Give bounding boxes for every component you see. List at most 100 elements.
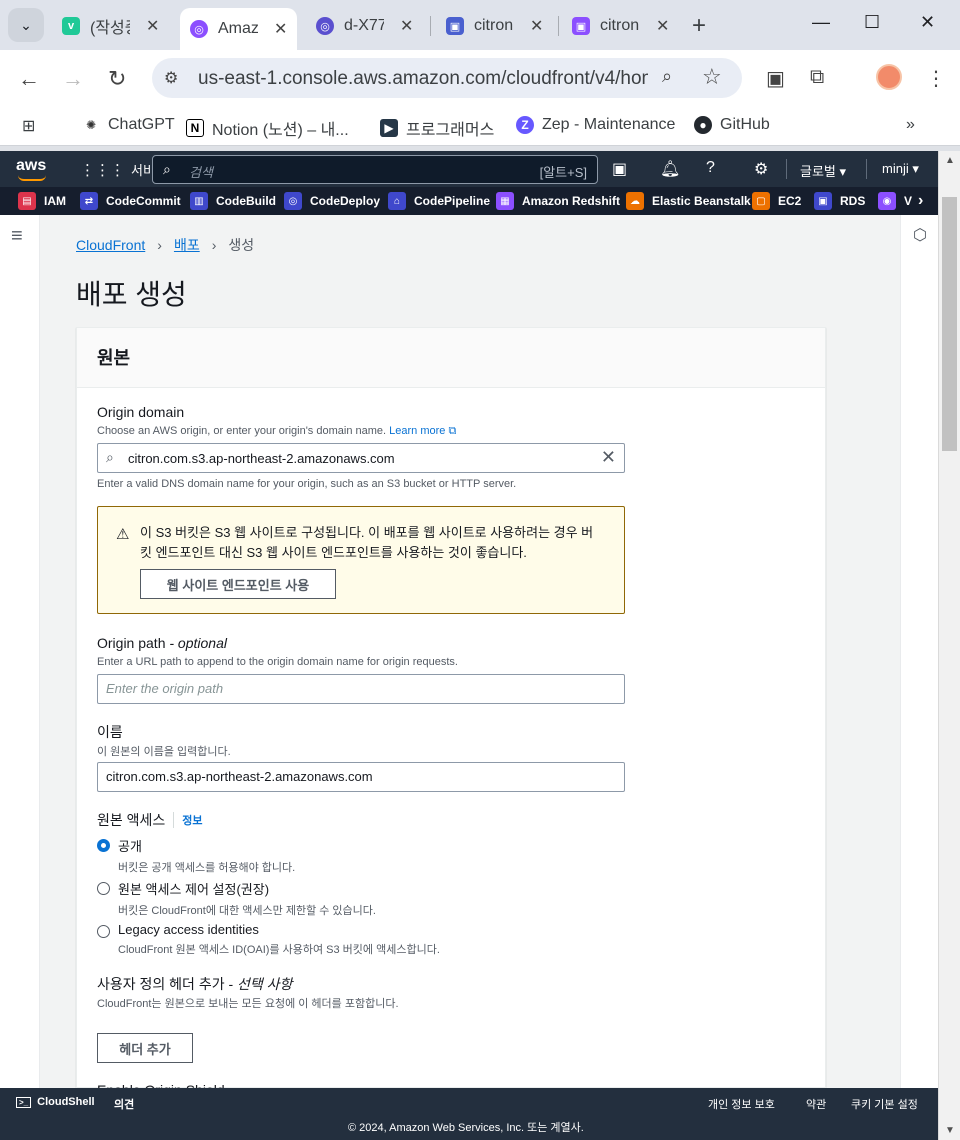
page-scrollbar[interactable]: ▲ ▼ — [938, 151, 960, 1140]
fav-label: V — [904, 194, 913, 208]
origin-path-input[interactable]: Enter the origin path — [97, 674, 625, 704]
profile-avatar[interactable] — [876, 64, 902, 90]
browser-tab[interactable]: ▣ citron ✕ — [562, 8, 679, 44]
extension-pin-icon[interactable]: ▣ — [766, 66, 785, 91]
radio-legacy-oai[interactable]: Legacy access identities CloudFront 원본 액… — [97, 922, 440, 957]
feedback-link[interactable]: 의견 — [114, 1096, 134, 1112]
services-grid-icon: ⋮⋮⋮ — [80, 161, 125, 179]
radio-label: 원본 액세스 제어 설정(권장) — [118, 882, 270, 897]
tab-search-button[interactable]: ⌄ — [8, 8, 44, 42]
radio-label: 공개 — [118, 839, 142, 854]
terms-link[interactable]: 약관 — [806, 1096, 826, 1112]
maximize-icon[interactable]: ☐ — [864, 12, 880, 33]
breadcrumb-cloudfront[interactable]: CloudFront — [76, 237, 145, 253]
url-text[interactable]: us-east-1.console.aws.amazon.com/cloudfr… — [198, 68, 648, 90]
aws-search-input[interactable]: ⌕ 검색 [알트+S] — [152, 155, 598, 184]
notifications-bell-icon[interactable]: 🔔︎ — [660, 159, 680, 179]
close-icon[interactable]: ✕ — [146, 16, 159, 36]
radio-desc: 버킷은 공개 액세스를 허용해야 합니다. — [118, 862, 296, 874]
bookmark-github[interactable]: ● GitHub — [694, 116, 770, 134]
tools-hexagon-icon[interactable]: ⬡ — [913, 225, 927, 245]
back-arrow-icon[interactable]: ← — [18, 66, 40, 92]
apps-grid-icon[interactable]: ⊞ — [22, 116, 35, 136]
aws-logo[interactable]: aws — [16, 157, 46, 181]
account-menu[interactable]: minji ▾ — [882, 161, 919, 177]
name-input[interactable]: citron.com.s3.ap-northeast-2.amazonaws.c… — [97, 762, 625, 792]
bookmark-star-icon[interactable]: ☆ — [702, 64, 722, 90]
scroll-up-icon[interactable]: ▲ — [945, 155, 955, 166]
forward-arrow-icon[interactable]: → — [62, 66, 84, 92]
codecommit-icon: ⇄ — [80, 192, 98, 210]
window-close-icon[interactable]: ✕ — [920, 12, 935, 33]
region-selector[interactable]: 글로벌 ▾ — [800, 161, 846, 180]
fav-redshift[interactable]: ▦ Amazon Redshift — [496, 192, 620, 210]
warning-icon: ⚠ — [116, 526, 130, 543]
address-bar[interactable]: ⚙ us-east-1.console.aws.amazon.com/cloud… — [152, 58, 742, 98]
reload-icon[interactable]: ↻ — [108, 66, 126, 92]
fav-iam[interactable]: ▤ IAM — [18, 192, 66, 210]
radio-public[interactable]: 공개 버킷은 공개 액세스를 허용해야 합니다. — [97, 836, 295, 875]
fav-codebuild[interactable]: ▥ CodeBuild — [190, 192, 276, 210]
privacy-link[interactable]: 개인 정보 보호 — [708, 1096, 775, 1112]
settings-gear-icon[interactable]: ⚙ — [754, 159, 768, 179]
close-icon[interactable]: ✕ — [530, 16, 543, 36]
close-icon[interactable]: ✕ — [656, 16, 669, 36]
bookmark-zep[interactable]: Z Zep - Maintenance — [516, 116, 675, 134]
cloudshell-link[interactable]: >_ CloudShell — [16, 1096, 95, 1108]
radio-unselected-icon[interactable] — [97, 925, 110, 938]
bookmark-chatgpt[interactable]: ✺ ChatGPT — [82, 116, 175, 134]
radio-origin-access-control[interactable]: 원본 액세스 제어 설정(권장) 버킷은 CloudFront에 대한 액세스만… — [97, 879, 376, 918]
more-bookmarks-icon[interactable]: » — [906, 116, 915, 134]
fav-more[interactable]: ◉ V — [878, 192, 912, 210]
close-icon[interactable]: ✕ — [274, 19, 287, 39]
origin-domain-input[interactable]: ⌕ citron.com.s3.ap-northeast-2.amazonaws… — [97, 443, 625, 473]
bookmark-programmers[interactable]: ▶ 프로그래머스 — [380, 116, 494, 140]
radio-desc: 버킷은 CloudFront에 대한 액세스만 제한할 수 있습니다. — [118, 905, 376, 917]
fav-ec2[interactable]: ▢ EC2 — [752, 192, 801, 210]
fav-label: CodeBuild — [216, 194, 276, 208]
fav-codecommit[interactable]: ⇄ CodeCommit — [80, 192, 181, 210]
breadcrumb-distributions[interactable]: 배포 — [174, 235, 200, 255]
menu-kebab-icon[interactable]: ⋮ — [926, 66, 946, 91]
close-icon[interactable]: ✕ — [400, 16, 413, 36]
browser-tab[interactable]: ◎ d-X77 ✕ — [306, 8, 423, 44]
browser-tab[interactable]: v (작성중 ✕ — [52, 8, 169, 44]
fav-codepipeline[interactable]: ⌂ CodePipeline — [388, 192, 490, 210]
fav-rds[interactable]: ▣ RDS — [814, 192, 865, 210]
menu-hamburger-icon[interactable]: ≡ — [11, 225, 23, 248]
vpc-icon: ◉ — [878, 192, 896, 210]
fav-elastic-beanstalk[interactable]: ☁ Elastic Beanstalk — [626, 192, 751, 210]
github-icon: ● — [694, 116, 712, 134]
fav-label: CodeCommit — [106, 194, 181, 208]
bookmark-label: ChatGPT — [108, 116, 175, 133]
zoom-magnifier-icon[interactable]: ⌕ — [662, 66, 672, 87]
clear-icon[interactable]: ✕ — [601, 447, 616, 468]
radio-unselected-icon[interactable] — [97, 882, 110, 895]
favorites-scroll-right-icon[interactable]: › — [918, 192, 923, 210]
chatgpt-icon: ✺ — [85, 118, 97, 132]
custom-headers-label: 사용자 정의 헤더 추가 - 선택 사항 — [97, 974, 292, 994]
tab-favicon-icon: ◎ — [190, 20, 208, 38]
optional-tag: 선택 사항 — [237, 976, 293, 992]
bookmark-notion[interactable]: N Notion (노션) – 내... — [186, 116, 349, 140]
cookie-preferences-link[interactable]: 쿠키 기본 설정 — [851, 1096, 918, 1112]
name-desc: 이 원본의 이름을 입력합니다. — [97, 746, 231, 758]
rds-icon: ▣ — [814, 192, 832, 210]
help-icon[interactable]: ? — [706, 159, 715, 177]
learn-more-link[interactable]: Learn more — [389, 425, 445, 437]
radio-selected-icon[interactable] — [97, 839, 110, 852]
browser-tab[interactable]: ▣ citron ✕ — [436, 8, 553, 44]
fav-codedeploy[interactable]: ◎ CodeDeploy — [284, 192, 380, 210]
scrollbar-thumb[interactable] — [942, 197, 957, 451]
add-header-button[interactable]: 헤더 추가 — [97, 1033, 193, 1063]
iam-icon: ▤ — [18, 192, 36, 210]
use-website-endpoint-button[interactable]: 웹 사이트 엔드포인트 사용 — [140, 569, 336, 599]
cloudshell-icon[interactable]: ▣ — [612, 159, 627, 179]
info-link[interactable]: 정보 — [173, 812, 203, 828]
extensions-puzzle-icon[interactable]: ⧉ — [810, 66, 824, 89]
scroll-down-icon[interactable]: ▼ — [945, 1125, 955, 1136]
site-settings-icon[interactable]: ⚙ — [164, 68, 178, 88]
minimize-icon[interactable]: — — [812, 12, 830, 33]
new-tab-plus-icon[interactable]: + — [692, 12, 706, 40]
browser-tab-active[interactable]: ◎ Amaz ✕ — [180, 8, 298, 50]
